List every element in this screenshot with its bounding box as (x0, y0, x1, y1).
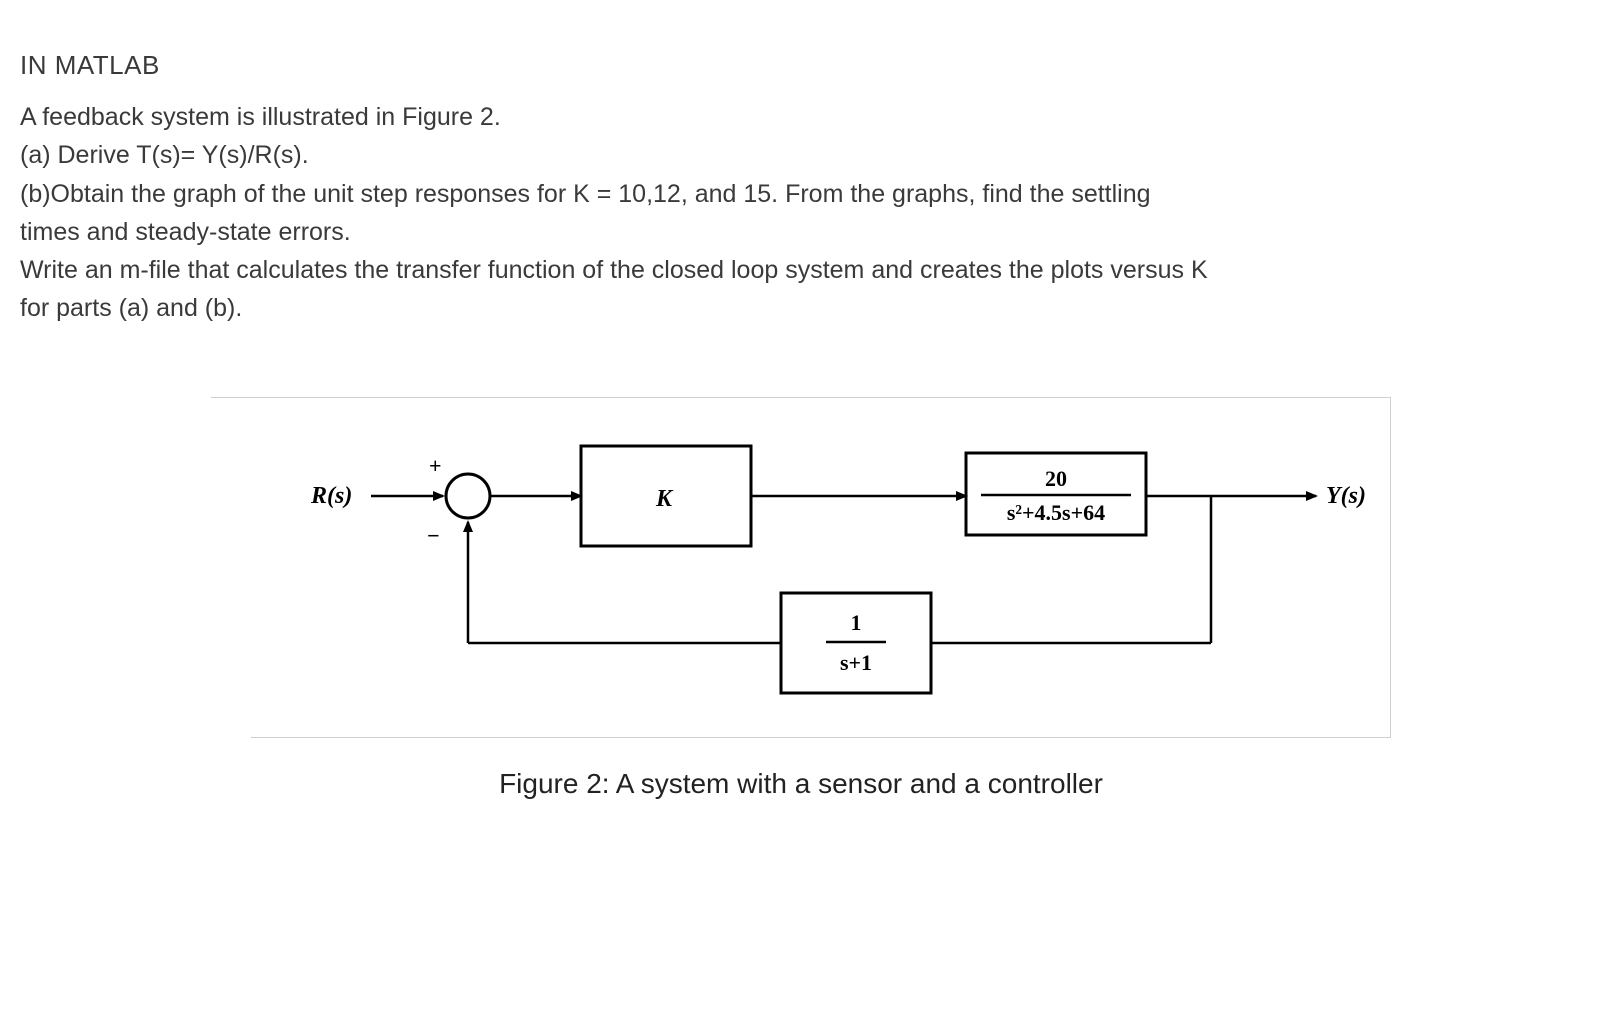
problem-line-5: Write an m-file that calculates the tran… (20, 252, 1582, 288)
problem-line-2: (a) Derive T(s)= Y(s)/R(s). (20, 137, 1582, 173)
output-label: Y(s) (1326, 483, 1366, 509)
controller-block-label: K (655, 486, 674, 512)
sensor-denominator: s+1 (840, 650, 872, 675)
input-label: R(s) (310, 483, 352, 509)
problem-line-6: for parts (a) and (b). (20, 290, 1582, 326)
sum-minus-sign: − (427, 523, 440, 548)
plant-numerator: 20 (1045, 466, 1067, 491)
sensor-numerator: 1 (851, 610, 862, 635)
problem-line-1: A feedback system is illustrated in Figu… (20, 99, 1582, 135)
plant-denominator: s²+4.5s+64 (1007, 500, 1105, 525)
figure-caption: Figure 2: A system with a sensor and a c… (499, 768, 1103, 800)
block-diagram: R(s) + − K 20 s²+4.5s+64 Y(s) (211, 397, 1391, 737)
figure-container: R(s) + − K 20 s²+4.5s+64 Y(s) (20, 397, 1582, 800)
sum-plus-sign: + (429, 453, 442, 478)
problem-line-4: times and steady-state errors. (20, 214, 1582, 250)
problem-line-3: (b)Obtain the graph of the unit step res… (20, 176, 1582, 212)
section-heading: IN MATLAB (20, 50, 1582, 81)
